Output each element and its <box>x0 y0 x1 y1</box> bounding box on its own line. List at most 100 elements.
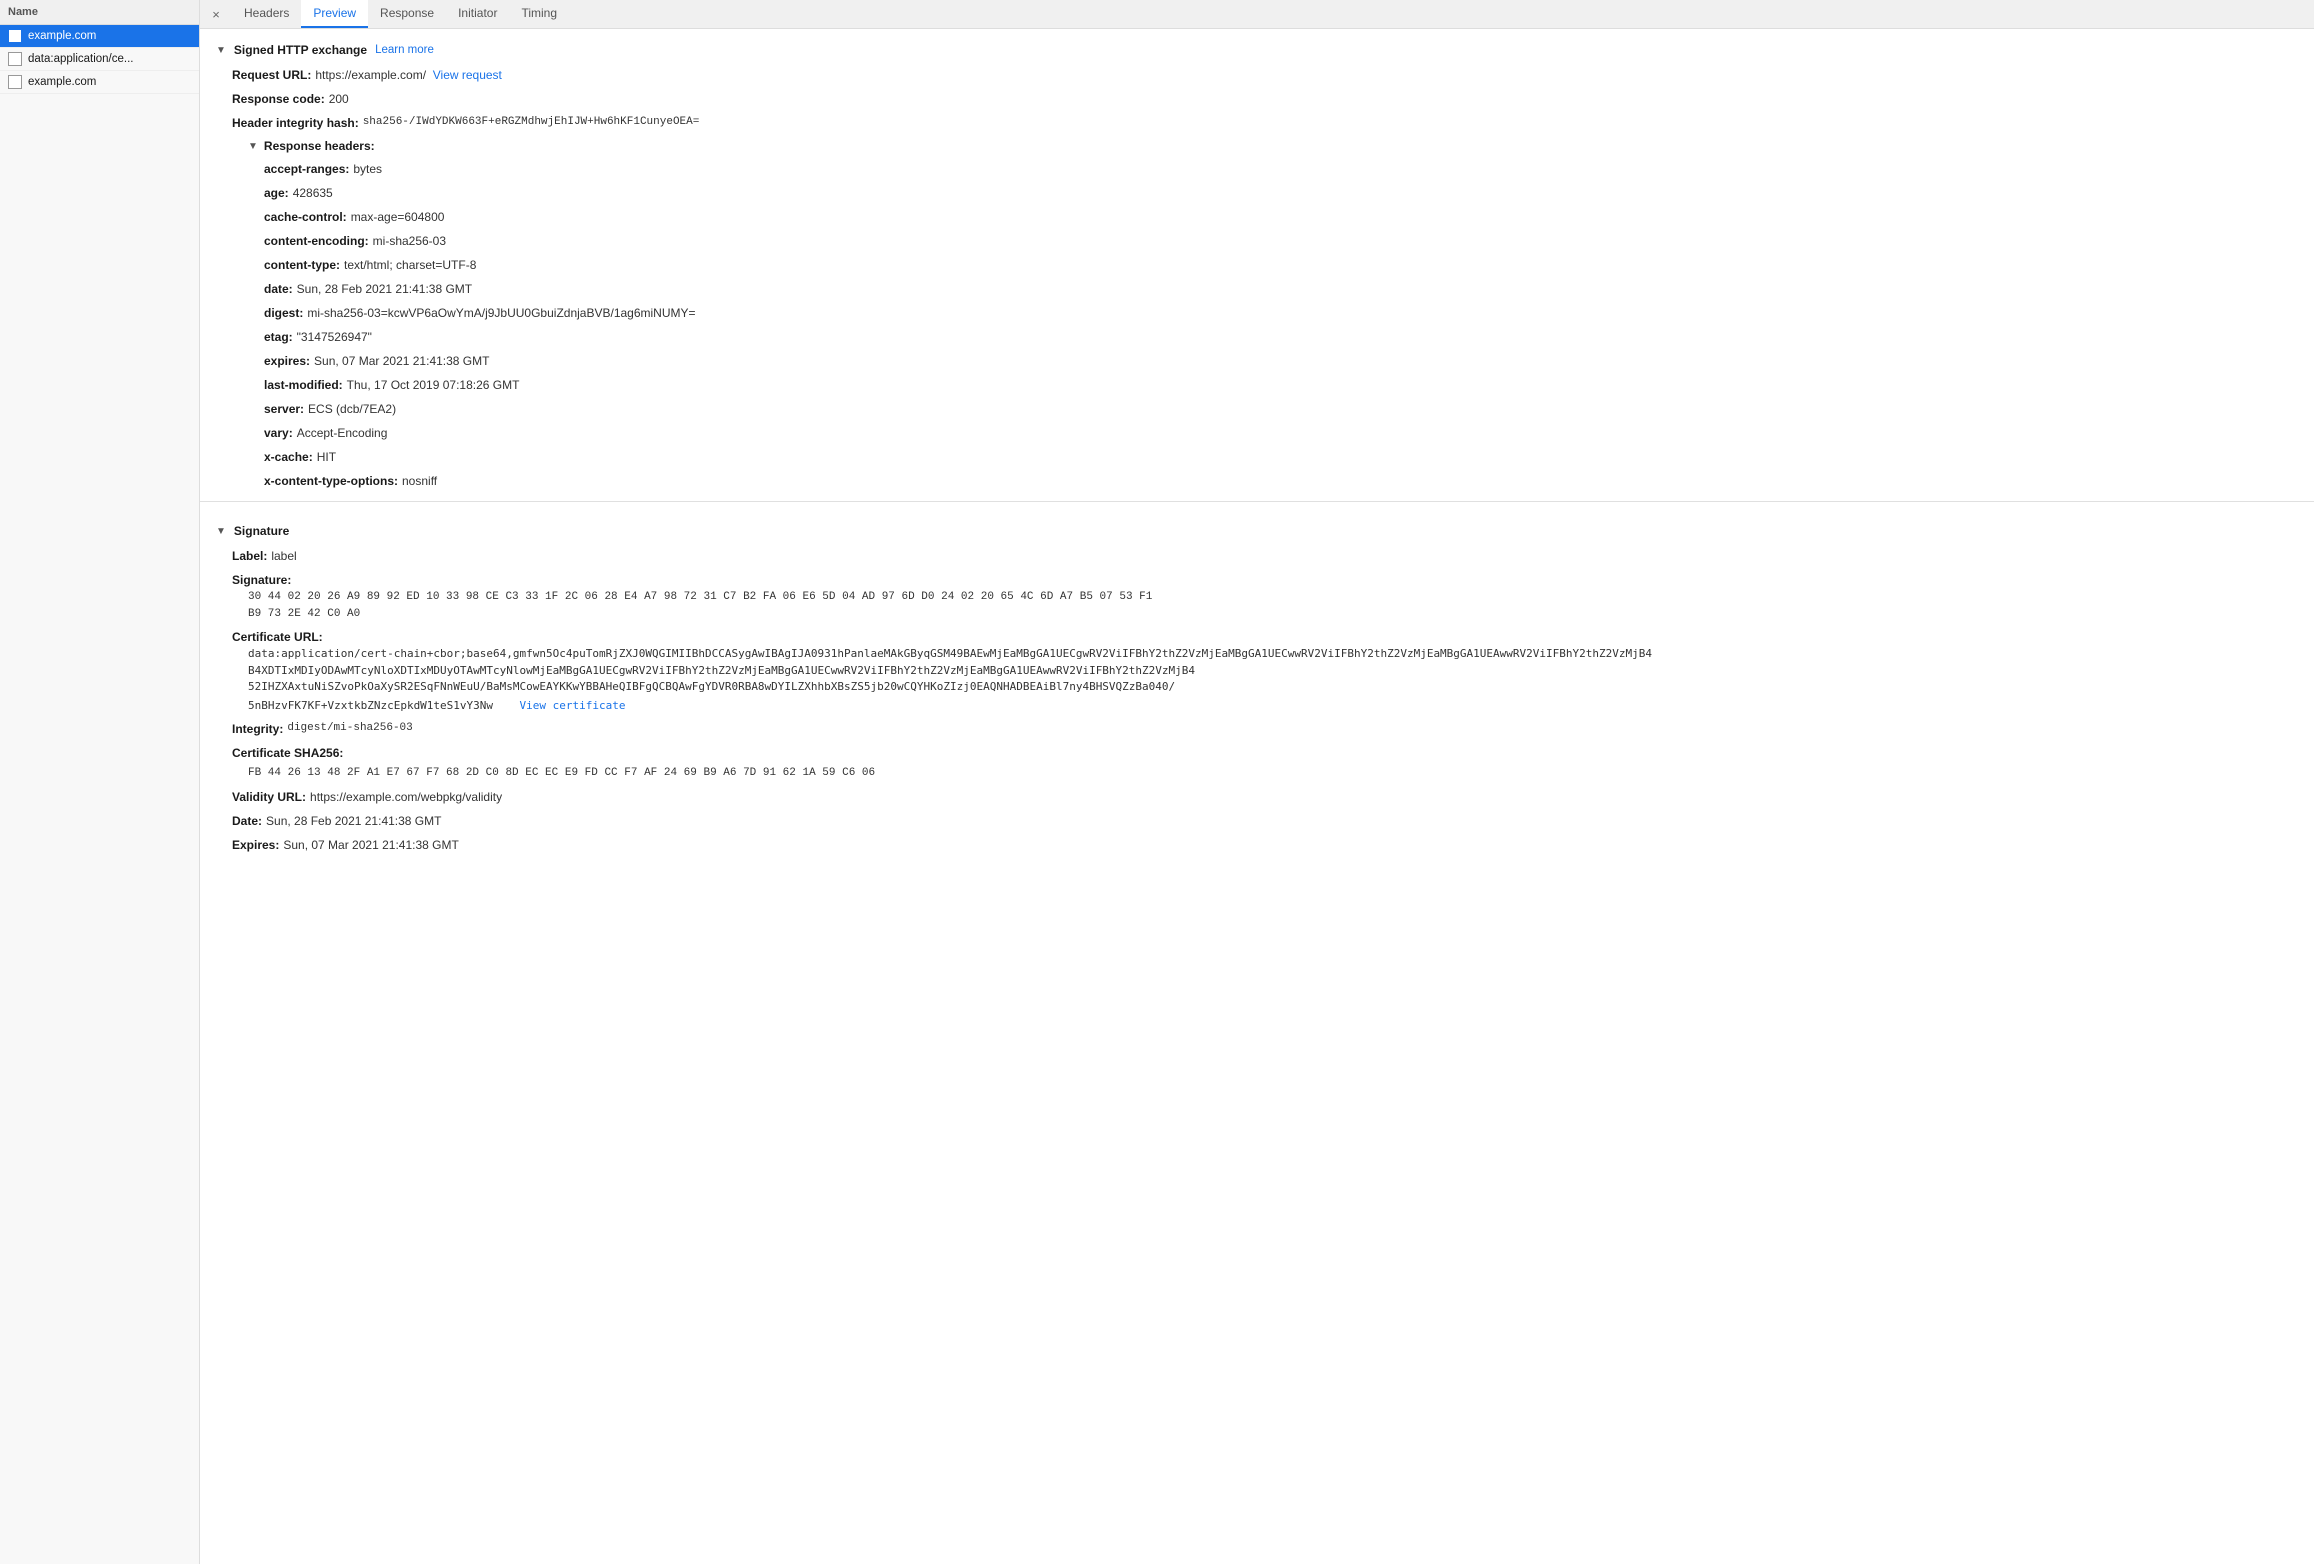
sidebar-item-1[interactable]: data:application/ce... <box>0 48 199 71</box>
response-header-value-3: mi-sha256-03 <box>373 232 446 250</box>
validity-url-value: https://example.com/webpkg/validity <box>310 788 502 806</box>
cert-url-row: Certificate URL: data:application/cert-c… <box>216 625 2298 717</box>
response-header-value-0: bytes <box>353 160 382 178</box>
signature-row: Signature: 30 44 02 20 26 A9 89 92 ED 10… <box>216 568 2298 625</box>
sidebar-item-2[interactable]: example.com <box>0 71 199 94</box>
signed-http-exchange-section: ▼ Signed HTTP exchange Learn more Reques… <box>200 29 2314 493</box>
response-header-row-2: cache-control:max-age=604800 <box>232 205 2298 229</box>
response-header-row-9: last-modified:Thu, 17 Oct 2019 07:18:26 … <box>232 373 2298 397</box>
section-divider <box>200 501 2314 502</box>
cert-url-line1: data:application/cert-chain+cbor;base64,… <box>248 646 2298 663</box>
signature-triangle: ▼ <box>216 526 226 537</box>
preview-content: ▼ Signed HTTP exchange Learn more Reques… <box>200 29 2314 1564</box>
sidebar-item-label-2: example.com <box>28 76 96 88</box>
sig-label-value: label <box>271 547 296 565</box>
expires-value: Sun, 07 Mar 2021 21:41:38 GMT <box>283 836 458 854</box>
sidebar-item-label-1: data:application/ce... <box>28 53 134 65</box>
tab-initiator[interactable]: Initiator <box>446 0 509 28</box>
cert-url-label: Certificate URL: <box>232 628 2294 646</box>
response-headers-header[interactable]: ▼ Response headers: <box>232 135 2298 157</box>
signature-field-label: Signature: <box>232 571 2294 589</box>
sig-label-row: Label: label <box>216 544 2298 568</box>
sidebar-header: Name <box>0 0 199 25</box>
cert-url-line4: 5nBHzvFK7KF+VzxtkbZNzcEpkdW1teS1vY3Nw Vi… <box>248 699 626 712</box>
request-url-row: Request URL: https://example.com/ View r… <box>216 63 2298 87</box>
header-integrity-value: sha256-/IWdYDKW663F+eRGZMdhwjEhIJW+Hw6hK… <box>363 114 700 132</box>
file-icon-2 <box>8 75 22 89</box>
date-value: Sun, 28 Feb 2021 21:41:38 GMT <box>266 812 441 830</box>
sidebar-item-0[interactable]: example.com <box>0 25 199 48</box>
response-header-value-1: 428635 <box>293 184 333 202</box>
response-header-row-4: content-type:text/html; charset=UTF-8 <box>232 253 2298 277</box>
response-header-value-2: max-age=604800 <box>351 208 445 226</box>
response-code-value: 200 <box>329 90 349 108</box>
response-header-value-10: ECS (dcb/7EA2) <box>308 400 396 418</box>
response-header-value-9: Thu, 17 Oct 2019 07:18:26 GMT <box>347 376 520 394</box>
response-header-label-8: expires: <box>264 352 310 370</box>
sidebar-item-label-0: example.com <box>28 30 96 42</box>
tabs-bar: × Headers Preview Response Initiator Tim… <box>200 0 2314 29</box>
sig-label-label: Label: <box>232 547 267 565</box>
tab-headers[interactable]: Headers <box>232 0 301 28</box>
validity-url-row: Validity URL: https://example.com/webpkg… <box>216 785 2298 809</box>
response-header-value-11: Accept-Encoding <box>297 424 388 442</box>
response-header-row-8: expires:Sun, 07 Mar 2021 21:41:38 GMT <box>232 349 2298 373</box>
response-header-row-6: digest:mi-sha256-03=kcwVP6aOwYmA/j9JbUU0… <box>232 301 2298 325</box>
validity-url-label: Validity URL: <box>232 788 306 806</box>
response-code-label: Response code: <box>232 90 325 108</box>
response-header-label-10: server: <box>264 400 304 418</box>
cert-url-line2: B4XDTIxMDIyODAwMTcyNloXDTIxMDUyOTAwMTcyN… <box>248 663 2298 680</box>
response-header-value-6: mi-sha256-03=kcwVP6aOwYmA/j9JbUU0GbuiZdn… <box>307 304 695 322</box>
response-code-row: Response code: 200 <box>216 87 2298 111</box>
response-header-value-7: "3147526947" <box>297 328 372 346</box>
signature-section: ▼ Signature Label: label Signature: 30 4… <box>200 510 2314 857</box>
tab-response[interactable]: Response <box>368 0 446 28</box>
response-header-value-12: HIT <box>317 448 336 466</box>
response-header-label-2: cache-control: <box>264 208 347 226</box>
date-label: Date: <box>232 812 262 830</box>
request-url-value: https://example.com/ <box>315 66 426 84</box>
response-header-value-5: Sun, 28 Feb 2021 21:41:38 GMT <box>297 280 472 298</box>
response-header-label-1: age: <box>264 184 289 202</box>
header-integrity-label: Header integrity hash: <box>232 114 359 132</box>
tab-timing[interactable]: Timing <box>509 0 569 28</box>
signed-http-exchange-header[interactable]: ▼ Signed HTTP exchange Learn more <box>216 37 2298 63</box>
response-headers-subsection: ▼ Response headers: accept-ranges:bytesa… <box>216 135 2298 493</box>
learn-more-link[interactable]: Learn more <box>375 44 434 56</box>
response-headers-triangle: ▼ <box>248 141 258 152</box>
response-headers-label: Response headers: <box>264 139 375 153</box>
integrity-value: digest/mi-sha256-03 <box>287 720 412 738</box>
response-headers-fields: accept-ranges:bytes age:428635 cache-contr… <box>232 157 2298 493</box>
response-header-row-0: accept-ranges:bytes <box>232 157 2298 181</box>
expires-row: Expires: Sun, 07 Mar 2021 21:41:38 GMT <box>216 833 2298 857</box>
response-header-value-8: Sun, 07 Mar 2021 21:41:38 GMT <box>314 352 489 370</box>
response-header-label-0: accept-ranges: <box>264 160 349 178</box>
signature-header[interactable]: ▼ Signature <box>216 518 2298 544</box>
response-header-value-13: nosniff <box>402 472 437 490</box>
main-panel: × Headers Preview Response Initiator Tim… <box>200 0 2314 1564</box>
response-header-label-3: content-encoding: <box>264 232 369 250</box>
response-header-row-12: x-cache:HIT <box>232 445 2298 469</box>
integrity-label: Integrity: <box>232 720 283 738</box>
header-integrity-row: Header integrity hash: sha256-/IWdYDKW66… <box>216 111 2298 135</box>
tab-preview[interactable]: Preview <box>301 0 368 28</box>
response-header-row-7: etag:"3147526947" <box>232 325 2298 349</box>
response-header-label-5: date: <box>264 280 293 298</box>
response-header-row-5: date:Sun, 28 Feb 2021 21:41:38 GMT <box>232 277 2298 301</box>
response-header-label-6: digest: <box>264 304 303 322</box>
tab-close-button[interactable]: × <box>204 2 228 26</box>
view-certificate-link[interactable]: View certificate <box>520 699 626 712</box>
response-header-label-9: last-modified: <box>264 376 343 394</box>
cert-sha256-row: Certificate SHA256: FB 44 26 13 48 2F A1… <box>216 741 2298 785</box>
response-header-value-4: text/html; charset=UTF-8 <box>344 256 476 274</box>
response-header-row-10: server:ECS (dcb/7EA2) <box>232 397 2298 421</box>
file-icon-1 <box>8 52 22 66</box>
sidebar: Name example.com data:application/ce... … <box>0 0 200 1564</box>
response-header-row-13: x-content-type-options:nosniff <box>232 469 2298 493</box>
expires-label: Expires: <box>232 836 279 854</box>
response-header-label-4: content-type: <box>264 256 340 274</box>
view-request-link[interactable]: View request <box>433 66 502 84</box>
signature-line1: 30 44 02 20 26 A9 89 92 ED 10 33 98 CE C… <box>248 589 2298 606</box>
cert-sha256-label: Certificate SHA256: <box>232 744 2294 762</box>
cert-url-block: data:application/cert-chain+cbor;base64,… <box>232 646 2298 714</box>
